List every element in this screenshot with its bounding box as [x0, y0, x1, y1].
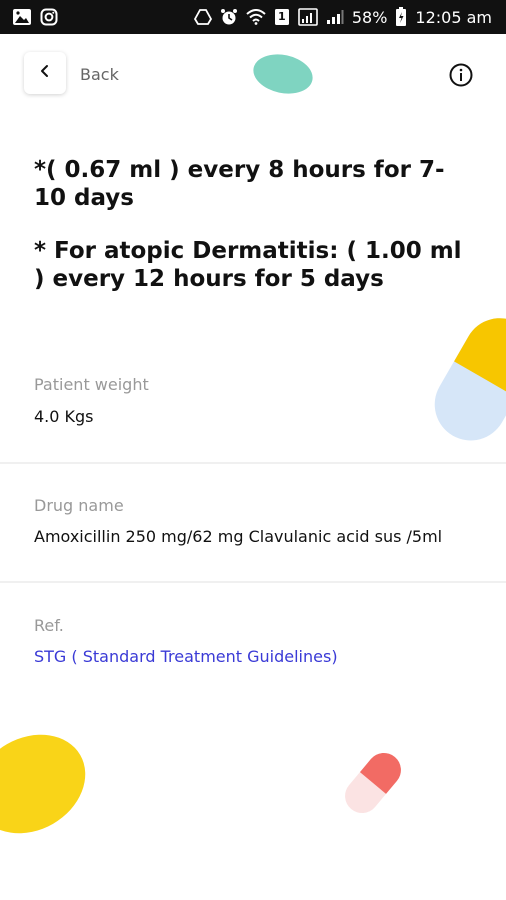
status-left — [12, 8, 58, 26]
info-icon — [448, 63, 474, 92]
status-right: 1 58% 12:05 am — [193, 7, 492, 27]
dosage-instruction-2: * For atopic Dermatitis: ( 1.00 ml ) eve… — [34, 238, 462, 292]
sim-card-icon: 1 — [274, 8, 290, 26]
yellow-blob-decoration — [0, 734, 86, 834]
battery-percent: 58% — [351, 7, 388, 27]
gallery-icon — [12, 8, 32, 26]
battery-icon — [395, 7, 407, 27]
instagram-icon — [40, 8, 58, 26]
sim-label: 1 — [278, 10, 286, 23]
wifi-icon — [246, 9, 266, 25]
signal-icon-2 — [326, 9, 344, 25]
signal-icon-1 — [298, 8, 318, 26]
drug-name-value: Amoxicillin 250 mg/62 mg Clavulanic acid… — [34, 527, 443, 546]
dosage-instruction-1: *( 0.67 ml ) every 8 hours for 7-10 days — [34, 157, 445, 211]
back-button[interactable] — [24, 52, 66, 94]
patient-weight-label: Patient weight — [34, 375, 149, 394]
info-button[interactable] — [448, 62, 474, 88]
red-capsule-decoration — [345, 752, 401, 814]
status-bar: 1 58% 12:05 am — [0, 0, 506, 34]
alarm-icon — [220, 8, 238, 26]
patient-weight-value: 4.0 Kgs — [34, 407, 94, 426]
teal-pill-decoration — [253, 54, 313, 94]
divider — [0, 581, 506, 583]
capsule-decoration-right — [434, 318, 506, 441]
back-label[interactable]: Back — [80, 65, 119, 84]
chevron-left-icon — [38, 64, 52, 83]
drug-name-label: Drug name — [34, 496, 124, 515]
drive-icon — [193, 9, 212, 25]
clock-time: 12:05 am — [415, 7, 492, 27]
divider — [0, 462, 506, 464]
reference-link[interactable]: STG ( Standard Treatment Guidelines) — [34, 647, 338, 666]
reference-label: Ref. — [34, 616, 64, 635]
